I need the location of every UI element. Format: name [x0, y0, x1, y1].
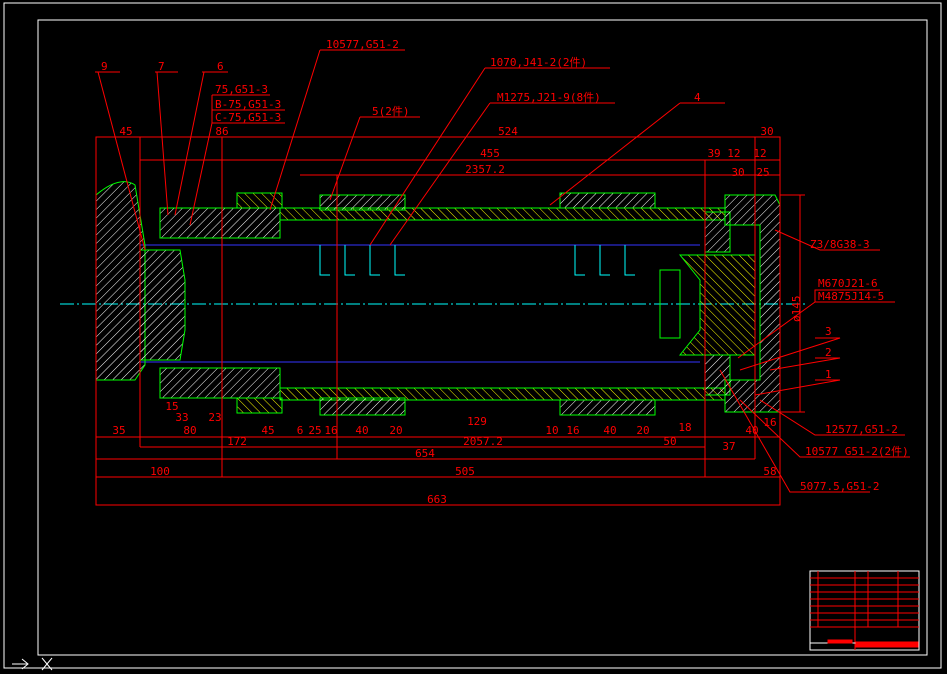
label-key: 1070,J41-2(2件): [490, 56, 587, 69]
label-diameter: ø145: [790, 296, 803, 323]
label-ring-r2: 10577 G51-2(2件): [805, 445, 909, 458]
front-bearing-top: [159, 207, 281, 239]
title-block: [809, 570, 920, 651]
dim-text: 37: [722, 440, 735, 453]
dim-text: 654: [415, 447, 435, 460]
dim-text: 30: [760, 125, 773, 138]
label-part-5: 5(2件): [372, 105, 410, 118]
dim-text: 455: [480, 147, 500, 160]
dim-text: 129: [467, 415, 487, 428]
rear-cone: [678, 254, 756, 356]
label-ring-r3: 5077.5,G51-2: [800, 480, 879, 493]
dim-text: 45: [261, 424, 274, 437]
dim-text: 40: [745, 424, 758, 437]
part-9-flange: [95, 181, 146, 381]
dim-text: 50: [663, 435, 676, 448]
label-screw: M1275,J21-9(8件): [497, 91, 601, 104]
label-part-2: 2: [825, 346, 832, 359]
cad-drawing: 9 7 6 75,G51-3 B-75,G51-3 C-75,G51-3 105…: [3, 2, 942, 671]
label-bearing-b: B-75,G51-3: [215, 98, 281, 111]
bearing-symbols: [319, 245, 635, 276]
dim-text: 16: [324, 424, 337, 437]
dim-text: 524: [498, 125, 518, 138]
dim-text: 35: [112, 424, 125, 437]
dim-text: 40: [603, 424, 616, 437]
dim-text: 30: [731, 166, 744, 179]
dim-text: 25: [308, 424, 321, 437]
dim-text: 80: [183, 424, 196, 437]
dim-text: 40: [355, 424, 368, 437]
dim-text: 86: [215, 125, 228, 138]
label-part-4: 4: [694, 91, 701, 104]
dim-text: 23: [208, 411, 221, 424]
spindle-assembly: [95, 181, 781, 416]
dim-text: 18: [678, 421, 691, 434]
label-plug: Z3/8G38-3: [810, 238, 870, 251]
dim-text: 2057.2: [463, 435, 503, 448]
dim-text: 10: [545, 424, 558, 437]
dim-text: 33: [175, 411, 188, 424]
label-ring-top: 10577,G51-2: [326, 38, 399, 51]
label-nut-1: M670J21-6: [818, 277, 878, 290]
dim-text: 16: [763, 416, 776, 429]
dim-text: 12: [753, 147, 766, 160]
front-bearing-bottom: [159, 367, 281, 399]
label-ring-r1: 12577,G51-2: [825, 423, 898, 436]
label-bearing-a: 75,G51-3: [215, 83, 268, 96]
dim-text: 25: [756, 166, 769, 179]
label-part-7: 7: [158, 60, 165, 73]
label-bearing-c: C-75,G51-3: [215, 111, 281, 124]
dim-text: 663: [427, 493, 447, 506]
dim-text: 58: [763, 465, 776, 478]
dim-text: 39 12: [707, 147, 740, 160]
dim-text: 6: [297, 424, 304, 437]
dim-text: 2357.2: [465, 163, 505, 176]
top-dimensions: 45 86 524 30 455 2357.2 39 12 12 30 25: [119, 125, 773, 179]
dim-text: 20: [389, 424, 402, 437]
dim-text: 172: [227, 435, 247, 448]
label-part-6: 6: [217, 60, 224, 73]
label-part-9: 9: [101, 60, 108, 73]
dim-text: 45: [119, 125, 132, 138]
dim-text: 505: [455, 465, 475, 478]
spindle-nose: [139, 249, 186, 361]
dim-text: 100: [150, 465, 170, 478]
label-part-3: 3: [825, 325, 832, 338]
bottom-dimensions: 15 33 23 35 80 45 6 25 16 40 20 129 10 1…: [112, 400, 776, 506]
dim-text: 20: [636, 424, 649, 437]
dim-text: 16: [566, 424, 579, 437]
label-nut-2: M4875J14-5: [818, 290, 884, 303]
label-part-1: 1: [825, 368, 832, 381]
